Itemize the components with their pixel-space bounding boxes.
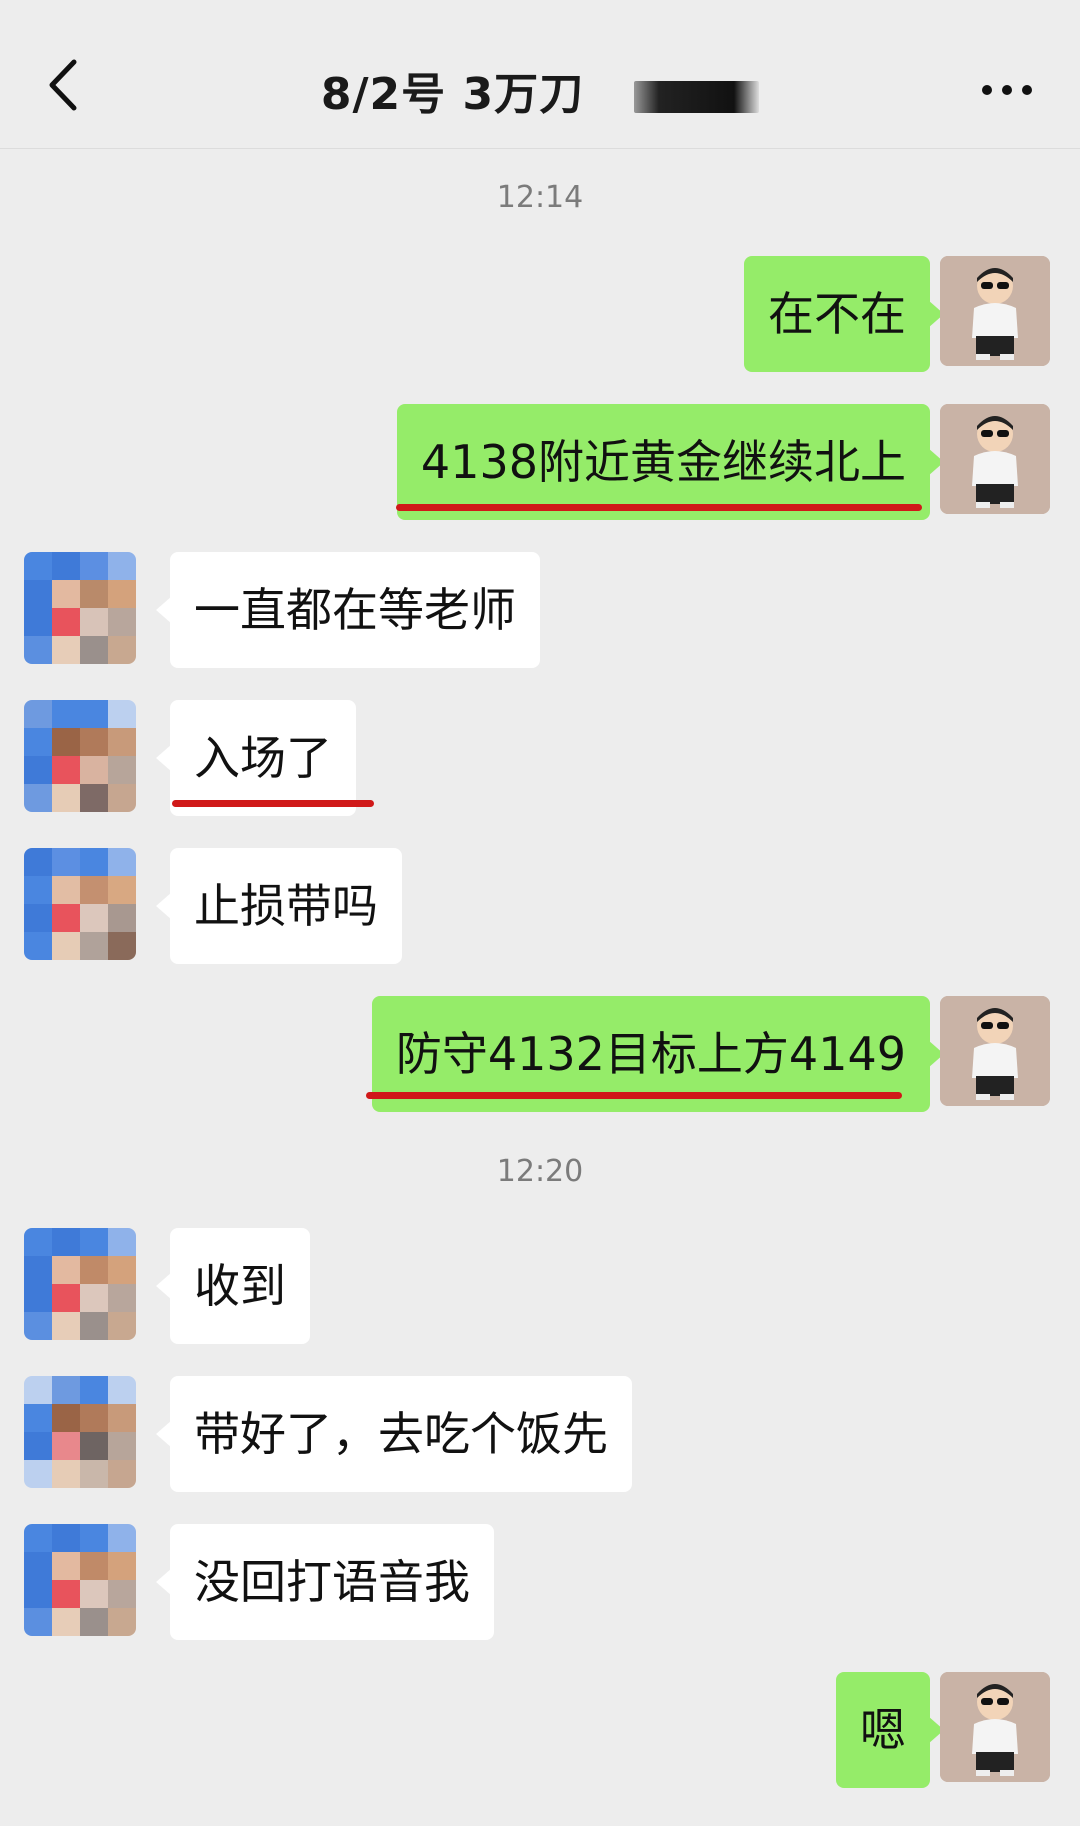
red-underline — [172, 800, 374, 807]
message-bubble[interactable]: 止损带吗 — [156, 848, 402, 964]
message-bubble[interactable]: 收到 — [156, 1228, 310, 1344]
timestamp: 12:14 — [496, 180, 584, 215]
my-avatar[interactable] — [940, 1672, 1050, 1782]
my-avatar[interactable] — [940, 256, 1050, 366]
chat-title: 8/2号 3万刀 — [0, 58, 1080, 122]
message-bubble[interactable]: 4138附近黄金继续北上 — [396, 404, 945, 520]
timestamp: 12:20 — [496, 1154, 584, 1189]
message-bubble[interactable]: 没回打语音我 — [156, 1524, 494, 1640]
message-bubble[interactable]: 在不在 — [744, 256, 944, 372]
contact-avatar[interactable] — [24, 552, 136, 664]
message-bubble[interactable]: 带好了，去吃个饭先 — [156, 1376, 632, 1492]
contact-avatar[interactable] — [24, 700, 136, 812]
red-underline — [366, 1092, 902, 1099]
contact-avatar[interactable] — [24, 1228, 136, 1340]
redacted-name — [634, 81, 760, 113]
my-avatar[interactable] — [940, 404, 1050, 514]
contact-avatar[interactable] — [24, 1524, 136, 1636]
message-bubble[interactable]: 入场了 — [156, 700, 356, 816]
more-dots-icon[interactable] — [982, 80, 1042, 96]
contact-avatar[interactable] — [24, 848, 136, 960]
contact-avatar[interactable] — [24, 1376, 136, 1488]
my-avatar[interactable] — [940, 996, 1050, 1106]
chat-header: 8/2号 3万刀 — [0, 0, 1080, 149]
message-bubble[interactable]: 嗯 — [836, 1672, 944, 1788]
chat-title-text: 8/2号 3万刀 — [320, 69, 585, 120]
message-bubble[interactable]: 一直都在等老师 — [156, 552, 540, 668]
red-underline — [396, 504, 922, 511]
